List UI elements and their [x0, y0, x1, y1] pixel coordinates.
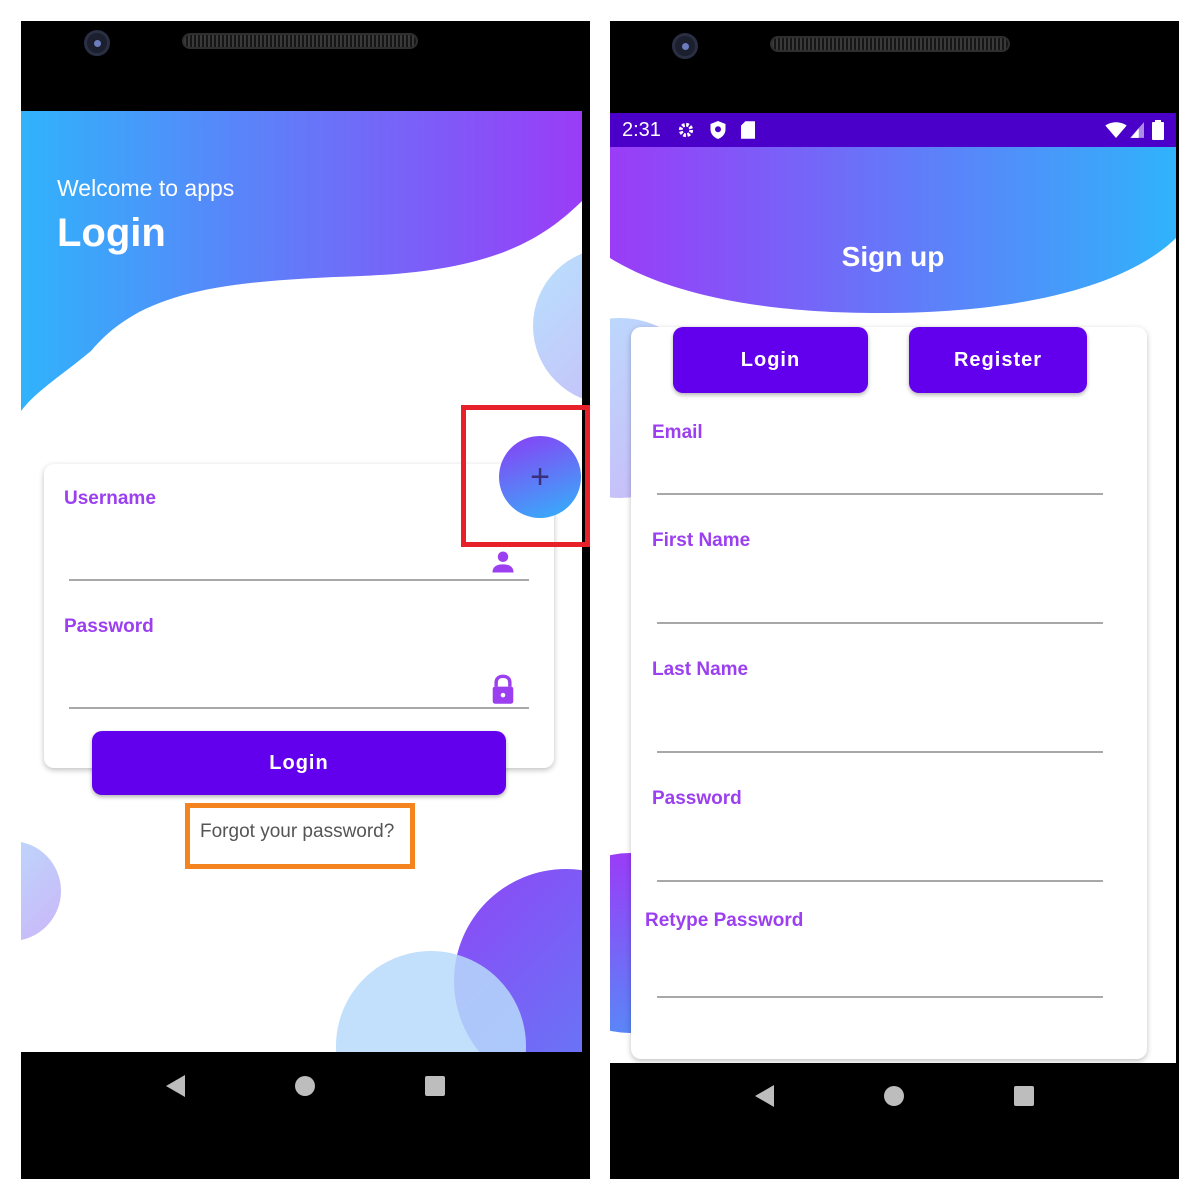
speaker-grille	[182, 33, 418, 49]
battery-icon	[1152, 120, 1164, 140]
username-input[interactable]	[69, 519, 529, 581]
password-label: Password	[652, 788, 742, 809]
lock-icon	[492, 674, 514, 704]
email-label: Email	[652, 422, 703, 443]
sd-card-icon	[740, 121, 755, 139]
retype-password-label: Retype Password	[645, 910, 804, 931]
first-name-underline	[657, 622, 1103, 624]
login-phone-frame: Welcome to apps Login Username Password …	[21, 21, 590, 1179]
signup-phone-frame: 2:31 Sign up Email First Name Last Name …	[610, 21, 1179, 1179]
recents-icon[interactable]	[425, 1076, 445, 1096]
page-title: Sign up	[841, 241, 945, 272]
password-input[interactable]	[657, 813, 1103, 883]
first-name-label: First Name	[652, 530, 751, 551]
system-nav-bar	[610, 1081, 1179, 1111]
shield-icon	[710, 121, 726, 139]
home-icon[interactable]	[884, 1086, 904, 1106]
last-name-underline	[657, 751, 1103, 753]
password-underline	[657, 880, 1103, 882]
person-icon	[492, 551, 514, 573]
tab-register[interactable]: Register	[909, 327, 1087, 393]
password-underline	[69, 707, 529, 709]
recents-icon[interactable]	[1014, 1086, 1034, 1106]
camera-icon	[672, 33, 698, 59]
username-underline	[69, 579, 529, 581]
signup-card: Email First Name Last Name Password Rety…	[631, 327, 1147, 1059]
home-icon[interactable]	[295, 1076, 315, 1096]
retype-password-underline	[657, 996, 1103, 998]
last-name-input[interactable]	[657, 684, 1103, 754]
login-button[interactable]: Login	[92, 731, 506, 795]
status-time: 2:31	[622, 118, 661, 141]
highlight-box-orange	[185, 803, 415, 869]
back-icon[interactable]	[755, 1085, 774, 1107]
speaker-grille	[770, 36, 1010, 52]
highlight-box-red	[461, 405, 590, 547]
retype-password-input[interactable]	[657, 935, 1103, 999]
status-bar: 2:31	[610, 113, 1176, 147]
welcome-text: Welcome to apps	[57, 175, 235, 201]
wifi-icon	[1105, 122, 1127, 138]
email-underline	[657, 493, 1103, 495]
password-label: Password	[64, 616, 154, 637]
last-name-label: Last Name	[652, 659, 749, 680]
password-input[interactable]	[69, 647, 529, 709]
signup-screen: 2:31 Sign up Email First Name Last Name …	[610, 113, 1176, 1063]
camera-icon	[84, 30, 110, 56]
email-input[interactable]	[657, 447, 1103, 497]
system-nav-bar	[21, 1071, 590, 1101]
first-name-input[interactable]	[657, 555, 1103, 625]
login-screen: Welcome to apps Login Username Password …	[21, 111, 582, 1052]
signal-icon	[1130, 122, 1144, 138]
gear-icon	[678, 122, 694, 138]
back-icon[interactable]	[166, 1075, 185, 1097]
username-label: Username	[64, 488, 156, 509]
tab-login[interactable]: Login	[673, 327, 868, 393]
page-title: Login	[57, 211, 166, 255]
